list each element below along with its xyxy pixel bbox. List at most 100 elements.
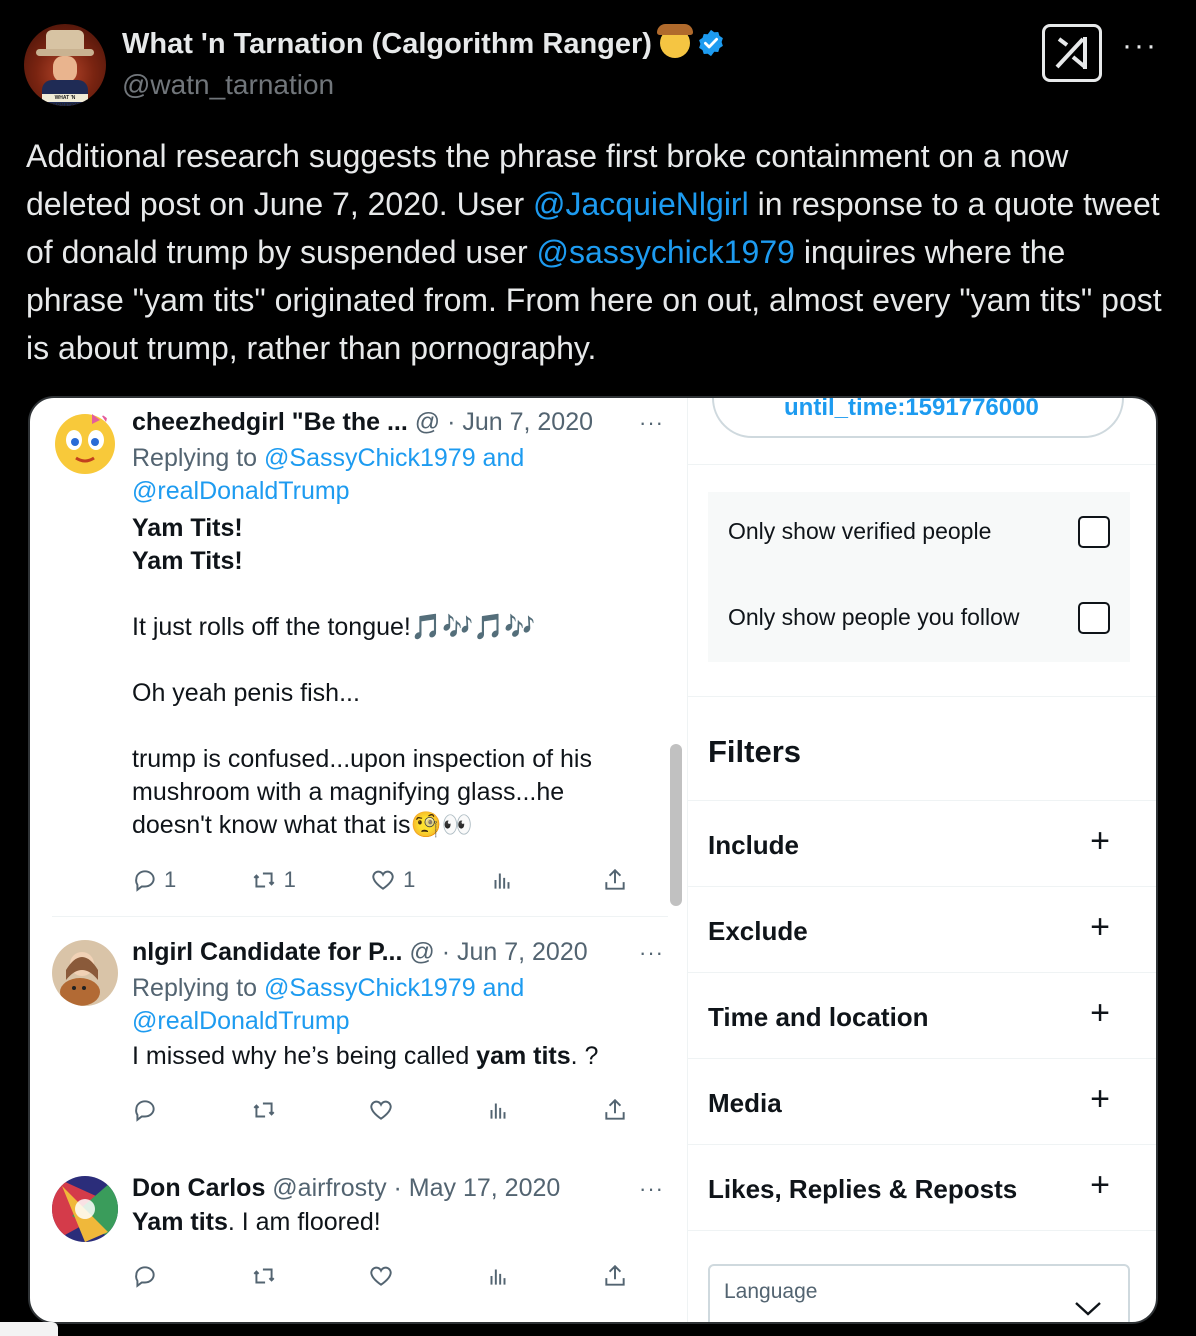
tweet-line: . I am floored! (227, 1208, 381, 1236)
tweet-line: Oh yeah penis fish... (132, 679, 360, 707)
verified-checkbox[interactable] (1078, 516, 1110, 548)
more-icon[interactable]: ··· (1122, 31, 1158, 61)
follow-filter-row[interactable]: Only show people you follow (708, 578, 1130, 662)
like-button[interactable] (367, 1097, 407, 1123)
tweet-more-icon[interactable]: ··· (639, 1176, 664, 1202)
monocle-eyes-emoji: 🧐👀 (410, 811, 473, 839)
plus-icon[interactable]: + (1090, 1082, 1110, 1116)
tweet-more-icon[interactable]: ··· (639, 410, 664, 436)
filter-label: Include (708, 830, 800, 860)
language-label: Language (724, 1280, 818, 1303)
filter-include[interactable]: Include + (688, 802, 1156, 888)
tweet-text: I missed why he’s being called yam tits.… (132, 1040, 598, 1073)
replying-to-link[interactable]: @realDonaldTrump (132, 1007, 350, 1035)
repost-count: 1 (283, 867, 296, 892)
tweet-header: cheezhedgirl "Be the ... @ · Jun 7, 2020 (132, 408, 593, 437)
plus-icon[interactable]: + (1090, 910, 1110, 944)
mention-link[interactable]: @JacquieNlgirl (533, 186, 749, 222)
tweet-text: Yam tits. I am floored! (132, 1206, 381, 1239)
plus-icon[interactable]: + (1090, 1168, 1110, 1202)
language-select[interactable]: Language (708, 1264, 1130, 1322)
divider (688, 972, 1156, 973)
tweet-line: Yam Tits! (132, 514, 243, 542)
tweet-item[interactable]: nlgirl Candidate for P... @ · Jun 7, 202… (52, 932, 664, 1152)
reply-icon (135, 1100, 155, 1122)
divider (688, 1144, 1156, 1145)
plus-icon[interactable]: + (1090, 824, 1110, 858)
grok-icon[interactable] (1042, 24, 1102, 82)
views-button[interactable] (485, 1263, 525, 1289)
like-count: 1 (403, 867, 416, 892)
share-button[interactable] (602, 1097, 642, 1123)
embedded-screenshot[interactable]: cheezhedgirl "Be the ... @ · Jun 7, 2020… (28, 396, 1158, 1324)
tweet-item[interactable]: cheezhedgirl "Be the ... @ · Jun 7, 2020… (52, 402, 664, 912)
like-button[interactable] (367, 1263, 407, 1289)
reply-icon (135, 1266, 155, 1288)
reply-button[interactable] (132, 1263, 172, 1289)
tweet-meta[interactable]: @ · Jun 7, 2020 (408, 408, 593, 436)
author-display-name[interactable]: What 'n Tarnation (Calgorithm Ranger) (122, 24, 726, 61)
follow-checkbox[interactable] (1078, 602, 1110, 634)
scrollbar-thumb[interactable] (670, 744, 682, 906)
replying-to: Replying to @SassyChick1979 and @realDona… (132, 442, 524, 508)
people-filter-panel: Only show verified people Only show peop… (708, 492, 1130, 662)
divider (688, 800, 1156, 801)
author-handle[interactable]: @watn_tarnation (122, 69, 334, 101)
tweet-text: Yam Tits! Yam Tits! It just rolls off th… (132, 512, 592, 842)
tweet-line: It just rolls off the tongue! (132, 613, 411, 641)
repost-button[interactable] (250, 1097, 290, 1123)
post-header: WHAT 'N TARNATION What 'n Tarnation (Cal… (24, 22, 1174, 106)
tweet-author-name[interactable]: cheezhedgirl "Be the ... (132, 408, 408, 436)
repost-icon (253, 1102, 274, 1118)
plus-icon[interactable]: + (1090, 996, 1110, 1030)
divider (688, 1058, 1156, 1059)
avatar-banner-text: WHAT 'N TARNATION (42, 94, 88, 106)
tweet-line: doesn't know what that is (132, 811, 411, 839)
tweet-item[interactable]: Don Carlos @airfrosty · May 17, 2020 ···… (52, 1168, 664, 1318)
search-query-text[interactable]: until_time:1591776000 (784, 398, 1039, 422)
share-button[interactable] (602, 1263, 642, 1289)
filter-engagement[interactable]: Likes, Replies & Reposts + (688, 1146, 1156, 1232)
reply-button[interactable]: 1 (132, 867, 176, 893)
repost-button[interactable]: 1 (250, 867, 296, 893)
filter-label: Likes, Replies & Reposts (708, 1174, 1018, 1204)
tweet-author-name[interactable]: Don Carlos (132, 1174, 265, 1202)
views-button[interactable] (485, 1097, 525, 1123)
filter-media[interactable]: Media + (688, 1060, 1156, 1146)
tweet-line-bold: yam tits (476, 1042, 571, 1070)
tweet-avatar[interactable] (52, 940, 118, 1006)
filter-time-location[interactable]: Time and location + (688, 974, 1156, 1060)
replying-to-link[interactable]: @SassyChick1979 and (264, 974, 524, 1002)
share-button[interactable] (602, 867, 642, 893)
corner-fragment (0, 1322, 58, 1336)
analytics-icon (490, 1269, 505, 1285)
filter-label: Exclude (708, 916, 808, 946)
filters-heading: Filters (708, 734, 802, 769)
verified-filter-label: Only show verified people (728, 518, 992, 544)
tweet-line: . ? (570, 1042, 599, 1070)
repost-button[interactable] (250, 1263, 290, 1289)
tweet-author-name[interactable]: nlgirl Candidate for P... (132, 938, 402, 966)
tweet-actions (132, 1094, 642, 1126)
tweet-avatar[interactable] (52, 1176, 118, 1242)
replying-to-link[interactable]: @SassyChick1979 and (264, 444, 524, 472)
author-avatar[interactable]: WHAT 'N TARNATION (24, 24, 106, 106)
heart-icon (370, 1266, 392, 1286)
filter-exclude[interactable]: Exclude + (688, 888, 1156, 974)
author-name-text[interactable]: What 'n Tarnation (Calgorithm Ranger) (122, 28, 652, 60)
verified-filter-row[interactable]: Only show verified people (708, 492, 1130, 576)
replying-to-link[interactable]: @realDonaldTrump (132, 477, 350, 505)
analytics-icon (494, 873, 510, 889)
like-button[interactable]: 1 (369, 867, 415, 893)
tweet-more-icon[interactable]: ··· (639, 940, 664, 966)
verified-badge-icon (699, 29, 723, 57)
tweet-avatar[interactable] (52, 410, 118, 476)
reply-button[interactable] (132, 1097, 172, 1123)
tweet-meta[interactable]: @ · Jun 7, 2020 (402, 938, 587, 966)
tweet-meta[interactable]: @airfrosty · May 17, 2020 (265, 1174, 560, 1202)
mention-link[interactable]: @sassychick1979 (537, 234, 795, 270)
divider (688, 696, 1156, 697)
tweet-divider (52, 916, 668, 917)
views-button[interactable] (489, 867, 529, 893)
heart-icon (370, 1100, 392, 1120)
